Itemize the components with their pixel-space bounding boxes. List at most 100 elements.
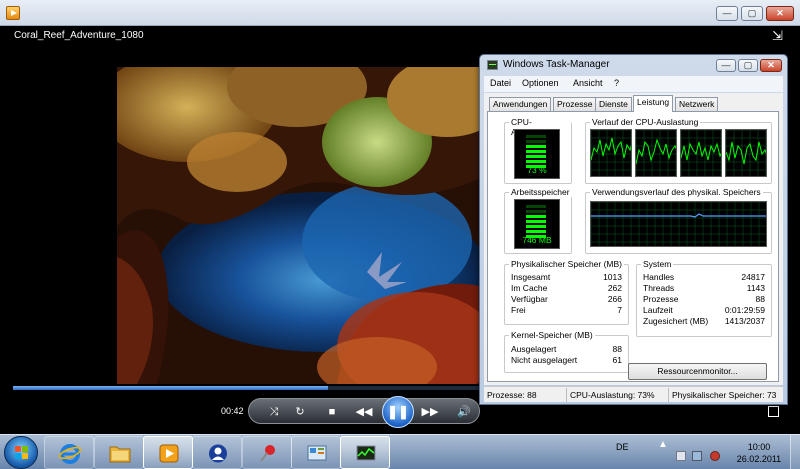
meter-segment bbox=[526, 215, 546, 218]
kernel-label: Ausgelagert bbox=[511, 344, 557, 354]
meter-segment bbox=[526, 135, 546, 138]
minimize-button[interactable]: — bbox=[716, 6, 738, 21]
memory-meter: 746 MB bbox=[514, 199, 560, 249]
video-frame[interactable] bbox=[117, 67, 483, 384]
maximize-button[interactable]: ▢ bbox=[741, 6, 763, 21]
system-label: Prozesse bbox=[643, 294, 679, 304]
cpu-history-title: Verlauf der CPU-Auslastung bbox=[590, 117, 701, 127]
messenger-icon bbox=[207, 443, 229, 464]
cpu-graph-4 bbox=[726, 130, 766, 176]
system-value: 0:01:29:59 bbox=[724, 305, 765, 315]
cpu-history-graph-3 bbox=[680, 129, 722, 177]
physical-memory-title: Physikalischer Speicher (MB) bbox=[509, 259, 625, 269]
show-hidden-icons[interactable]: ▲ bbox=[658, 439, 668, 450]
show-desktop-button[interactable] bbox=[790, 435, 800, 469]
status-cpu: CPU-Auslastung: 73% bbox=[570, 390, 655, 400]
volume-icon[interactable]: 🔊 bbox=[455, 403, 473, 421]
kernel-memory-group: Kernel-Speicher (MB) Ausgelagert 88 Nich… bbox=[504, 330, 629, 373]
close-button[interactable]: ✕ bbox=[766, 6, 794, 21]
taskbar-media-player[interactable] bbox=[143, 436, 193, 469]
menu-bar: Datei Optionen Ansicht ? bbox=[484, 76, 783, 92]
kernel-memory-title: Kernel-Speicher (MB) bbox=[509, 330, 595, 340]
phys-value: 7 bbox=[617, 305, 622, 315]
action-center-icon[interactable] bbox=[676, 451, 686, 461]
tm-maximize-button[interactable]: ▢ bbox=[738, 59, 758, 72]
tm-close-button[interactable]: ✕ bbox=[760, 59, 782, 72]
switch-to-library-icon[interactable]: ⇲ bbox=[772, 29, 786, 43]
cpu-history-graph-2 bbox=[635, 129, 677, 177]
kernel-value: 61 bbox=[612, 355, 622, 365]
seek-bar[interactable] bbox=[13, 386, 483, 390]
clock[interactable]: 10:00 26.02.2011 bbox=[734, 441, 784, 465]
memory-history-group: Verwendungsverlauf des physikal. Speiche… bbox=[585, 187, 772, 254]
status-separator bbox=[668, 388, 669, 402]
fullscreen-icon[interactable] bbox=[768, 406, 779, 417]
system-label: Handles bbox=[643, 272, 675, 282]
time-elapsed: 00:42 bbox=[221, 406, 244, 416]
meter-segment bbox=[526, 225, 546, 228]
task-manager-titlebar[interactable]: Windows Task-Manager — ▢ ✕ bbox=[480, 55, 787, 75]
system-label: Threads bbox=[643, 283, 675, 293]
taskbar-windows-explorer[interactable] bbox=[94, 436, 144, 469]
cpu-graph-2 bbox=[636, 130, 676, 176]
system-label: Laufzeit bbox=[643, 305, 673, 315]
meter-segment bbox=[526, 140, 546, 143]
stop-button[interactable]: ■ bbox=[323, 403, 341, 421]
tab-anwendungen[interactable]: Anwendungen bbox=[489, 97, 552, 111]
media-player-icon bbox=[158, 443, 180, 464]
tab-leistung[interactable]: Leistung bbox=[633, 95, 674, 112]
menu-ansicht[interactable]: Ansicht bbox=[573, 78, 603, 88]
taskbar-task-manager[interactable] bbox=[340, 436, 390, 469]
system-value: 1413/2037 bbox=[724, 316, 765, 326]
meter-segment bbox=[526, 205, 546, 208]
control-panel-icon bbox=[306, 443, 328, 464]
status-bar: Prozesse: 88 CPU-Auslastung: 73% Physika… bbox=[484, 386, 783, 402]
repeat-icon[interactable]: ↻ bbox=[291, 403, 309, 421]
status-processes: Prozesse: 88 bbox=[487, 390, 537, 400]
pushpin-icon bbox=[257, 443, 279, 464]
meter-segment bbox=[526, 155, 546, 158]
network-icon[interactable] bbox=[692, 451, 702, 461]
system-value: 1143 bbox=[746, 283, 765, 293]
resource-monitor-button[interactable]: Ressourcenmonitor... bbox=[628, 363, 767, 380]
media-player-titlebar[interactable]: — ▢ ✕ bbox=[0, 0, 800, 26]
next-button[interactable]: ▶▶ bbox=[421, 403, 439, 421]
tab-prozesse[interactable]: Prozesse bbox=[553, 97, 597, 111]
start-button[interactable] bbox=[4, 436, 38, 469]
tab-netzwerk[interactable]: Netzwerk bbox=[675, 97, 719, 111]
status-memory: Physikalischer Speicher: 73 bbox=[672, 390, 777, 400]
meter-segment bbox=[526, 230, 546, 233]
system-label: Zugesichert (MB) bbox=[643, 316, 709, 326]
system-value: 88 bbox=[755, 294, 765, 304]
meter-segment bbox=[526, 145, 546, 148]
kernel-value: 88 bbox=[612, 344, 622, 354]
taskbar-control-panel[interactable] bbox=[291, 436, 341, 469]
previous-button[interactable]: ◀◀ bbox=[355, 403, 373, 421]
tm-minimize-button[interactable]: — bbox=[716, 59, 736, 72]
task-manager-icon bbox=[355, 443, 377, 464]
tab-dienste[interactable]: Dienste bbox=[595, 97, 632, 111]
meter-segment bbox=[526, 210, 546, 213]
input-language[interactable]: DE bbox=[616, 442, 629, 452]
video-image bbox=[117, 67, 483, 384]
menu-help[interactable]: ? bbox=[614, 78, 619, 88]
taskbar-messenger[interactable] bbox=[192, 436, 242, 469]
taskbar-pin-app[interactable] bbox=[242, 436, 292, 469]
volume-muted-icon[interactable] bbox=[710, 451, 720, 461]
clock-time: 10:00 bbox=[747, 442, 771, 452]
taskbar-internet-explorer[interactable] bbox=[44, 436, 94, 469]
folder-icon bbox=[109, 443, 131, 464]
pause-button[interactable]: ❚❚ bbox=[382, 396, 414, 428]
system-group: System Handles 24817 Threads 1143 Prozes… bbox=[636, 259, 772, 337]
playback-controls: ⤨ ↻ ■ ◀◀ ❚❚ ▶▶ 🔊 bbox=[248, 396, 480, 428]
menu-datei[interactable]: Datei bbox=[490, 78, 511, 88]
status-separator bbox=[566, 388, 567, 402]
phys-label: Frei bbox=[511, 305, 526, 315]
menu-optionen[interactable]: Optionen bbox=[522, 78, 559, 88]
memory-history-graph bbox=[590, 201, 767, 247]
cpu-history-graph-4 bbox=[725, 129, 767, 177]
cpu-graph-3 bbox=[681, 130, 721, 176]
video-title: Coral_Reef_Adventure_1080 bbox=[14, 30, 144, 41]
shuffle-icon[interactable]: ⤨ bbox=[265, 403, 283, 421]
meter-segment bbox=[526, 150, 546, 153]
